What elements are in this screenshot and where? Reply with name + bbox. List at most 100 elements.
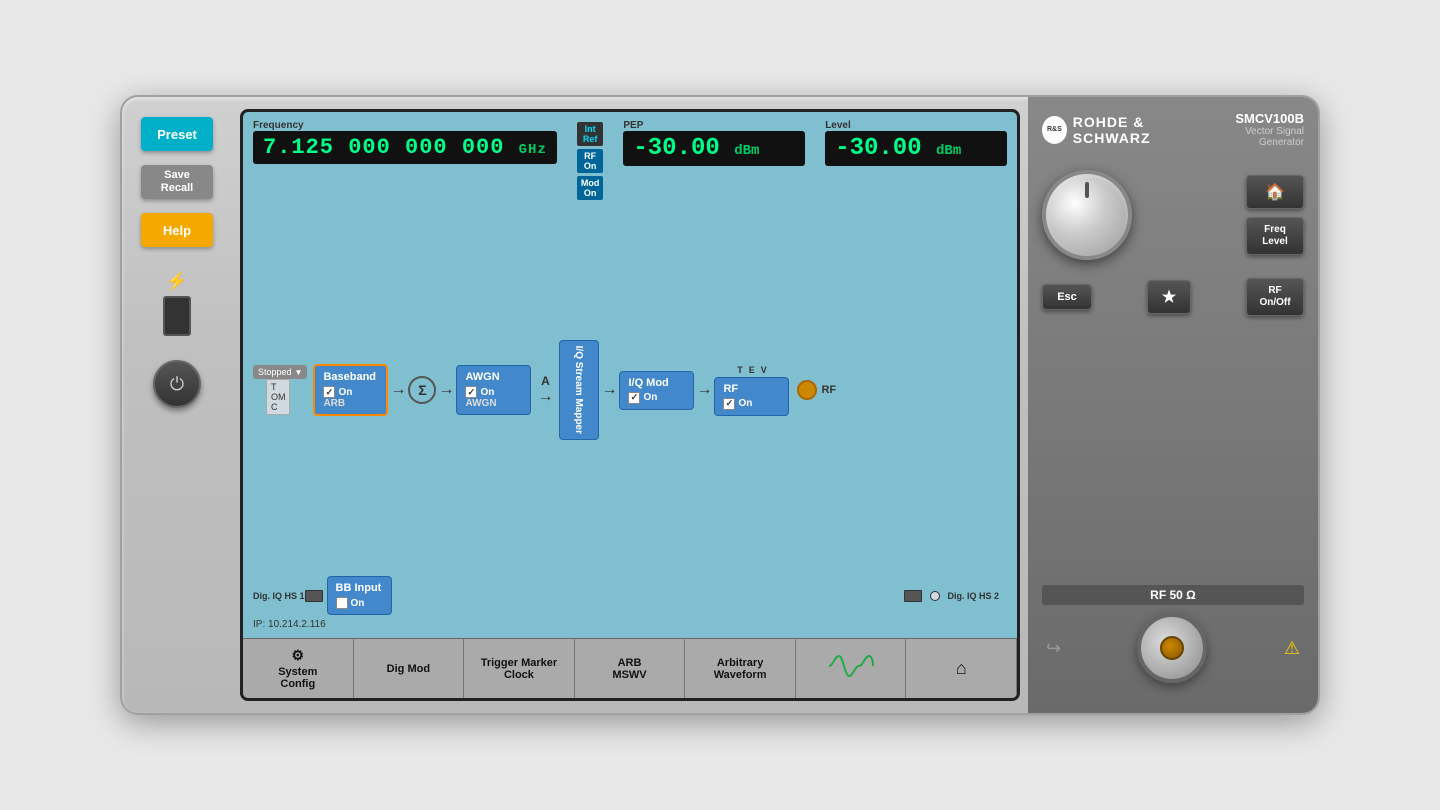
awgn-on-label: On: [480, 387, 494, 398]
level-value: -30.00: [835, 135, 921, 162]
dig-iq-hs2-label: Dig. IQ HS 2: [947, 591, 999, 601]
awgn-on-checkbox[interactable]: ✓ On: [465, 386, 494, 398]
power-icon: ⏻: [170, 374, 184, 395]
frequency-section: Frequency 7.125 000 000 000 GHz: [253, 120, 557, 164]
int-ref-indicator: IntRef: [577, 122, 604, 146]
iq-stream-mapper[interactable]: I/Q Stream Mapper: [559, 340, 599, 440]
usb-area: ⚡: [163, 271, 191, 336]
softkey-arb-mswv[interactable]: ARBMSWV: [575, 639, 686, 698]
bb-input-on-label: On: [351, 598, 365, 609]
iq-mod-on-checkbox[interactable]: ✓ On: [628, 392, 657, 404]
level-display[interactable]: -30.00 dBm: [825, 131, 1007, 166]
pep-unit: dBm: [734, 143, 759, 159]
model-desc: Vector Signal Generator: [1209, 126, 1304, 148]
bb-input-block[interactable]: BB Input On: [327, 576, 392, 615]
rf-on-checkbox[interactable]: ✓ On: [723, 398, 752, 410]
dig-iq-hs2-box: [904, 590, 922, 602]
awgn-on-check: ✓: [465, 386, 477, 398]
rf-arrow-icon: ↪: [1046, 638, 1061, 659]
power-button[interactable]: ⏻: [153, 360, 201, 408]
instrument-body: Preset Save Recall Help ⚡ ⏻ Frequency 7.…: [120, 95, 1320, 715]
freq-level-button[interactable]: Freq Level: [1246, 217, 1304, 255]
dig-iq-hs1-label: Dig. IQ HS 1: [253, 591, 305, 601]
iq-mod-title: I/Q Mod: [628, 377, 668, 389]
level-section: Level -30.00 dBm: [825, 120, 1007, 166]
softkey-arbitrary-waveform-label: ArbitraryWaveform: [714, 657, 767, 681]
level-label: Level: [825, 120, 1007, 131]
home-icon: ⌂: [956, 658, 967, 679]
softkey-dig-mod-label: Dig Mod: [387, 663, 430, 675]
softkey-system-config[interactable]: ⚙ SystemConfig: [243, 639, 354, 698]
arrow-1: →: [390, 381, 406, 399]
tev-t: T: [737, 365, 743, 375]
dropdown-icon[interactable]: ▼: [295, 368, 303, 377]
knob-buttons-row: 🏠 Freq Level: [1042, 162, 1304, 268]
model-info: SMCV100B Vector Signal Generator: [1209, 111, 1304, 148]
preset-button[interactable]: Preset: [141, 117, 213, 151]
frequency-label: Frequency: [253, 120, 557, 131]
frequency-value: 7.125 000 000 000: [263, 135, 504, 160]
rf-text-label: RF: [821, 384, 836, 396]
warning-area: ⚠: [1284, 638, 1300, 659]
baseband-title: Baseband: [323, 371, 376, 383]
level-unit: dBm: [936, 143, 961, 159]
main-knob[interactable]: [1042, 170, 1132, 260]
bb-input-check: [336, 597, 348, 609]
brand-row: R&S ROHDE & SCHWARZ SMCV100B Vector Sign…: [1042, 107, 1304, 152]
usb-icon: ⚡: [166, 271, 188, 292]
softkey-dig-mod[interactable]: Dig Mod: [354, 639, 465, 698]
save-recall-button[interactable]: Save Recall: [141, 165, 213, 199]
rs-logo: R&S: [1042, 116, 1067, 144]
mode-labels: T OM C: [266, 379, 291, 415]
rf-output-connector[interactable]: [1137, 613, 1207, 683]
esc-button[interactable]: Esc: [1042, 284, 1092, 310]
softkey-bar: ⚙ SystemConfig Dig Mod Trigger MarkerClo…: [243, 638, 1017, 698]
awgn-area: AWGN ✓ On AWGN: [456, 365, 531, 415]
awgn-sub-label: AWGN: [465, 398, 496, 409]
softkey-home[interactable]: ⌂: [906, 639, 1017, 698]
baseband-arb-label: ARB: [323, 398, 345, 409]
help-button[interactable]: Help: [141, 213, 213, 247]
tev-labels: T E V: [737, 365, 767, 375]
usb-port: [163, 296, 191, 336]
rf-connector-area: RF: [793, 380, 836, 400]
pep-value: -30.00: [633, 135, 719, 162]
rf-on-label: On: [738, 398, 752, 409]
baseband-on-check: ✓: [323, 386, 335, 398]
rf-on-indicator: RFOn: [577, 149, 604, 173]
iq-mod-block[interactable]: I/Q Mod ✓ On: [619, 371, 694, 410]
favorites-button[interactable]: ★: [1147, 280, 1191, 314]
esc-star-rf-row: Esc ★ RF On/Off: [1042, 278, 1304, 316]
rf-connector-section: RF 50 Ω ↪ ⚠: [1042, 585, 1304, 683]
iq-stream-label: I/Q Stream Mapper: [574, 346, 585, 434]
mode-c: C: [271, 402, 286, 412]
baseband-block[interactable]: Baseband ✓ On ARB: [313, 364, 388, 416]
frequency-unit: GHz: [519, 142, 547, 158]
indicators: IntRef RFOn ModOn: [577, 122, 604, 200]
right-panel: R&S ROHDE & SCHWARZ SMCV100B Vector Sign…: [1028, 97, 1318, 713]
model-name: SMCV100B: [1209, 111, 1304, 126]
rf-area-diagram: T E V RF ✓ On: [714, 365, 789, 416]
rf-block[interactable]: RF ✓ On: [714, 377, 789, 416]
brand-logo: R&S ROHDE & SCHWARZ: [1042, 114, 1209, 146]
rf-onoff-button[interactable]: RF On/Off: [1246, 278, 1304, 316]
awgn-block[interactable]: AWGN ✓ On AWGN: [456, 365, 531, 415]
arrow-3: →: [537, 388, 553, 406]
dig-iq-hs2-row: Dig. IQ HS 2: [904, 590, 999, 602]
warning-icon: ⚠: [1284, 638, 1300, 659]
frequency-display[interactable]: 7.125 000 000 000 GHz: [253, 131, 557, 164]
left-panel: Preset Save Recall Help ⚡ ⏻: [122, 97, 232, 713]
softkey-trigger-marker-clock[interactable]: Trigger MarkerClock: [464, 639, 575, 698]
arrow-5: →: [696, 381, 712, 399]
pep-display[interactable]: -30.00 dBm: [623, 131, 805, 166]
bottom-diagram-row: Dig. IQ HS 1 BB Input On: [253, 576, 1007, 615]
rf-connector-dot: [797, 380, 817, 400]
sigma-block: Σ: [408, 376, 436, 404]
tev-e: E: [749, 365, 755, 375]
softkey-arbitrary-waveform[interactable]: ArbitraryWaveform: [685, 639, 796, 698]
a-label: A: [541, 374, 550, 388]
bb-input-on-checkbox[interactable]: On: [336, 597, 365, 609]
home-button[interactable]: 🏠: [1246, 175, 1304, 209]
baseband-on-checkbox[interactable]: ✓ On: [323, 386, 352, 398]
softkey-waveform-icon[interactable]: [796, 639, 907, 698]
